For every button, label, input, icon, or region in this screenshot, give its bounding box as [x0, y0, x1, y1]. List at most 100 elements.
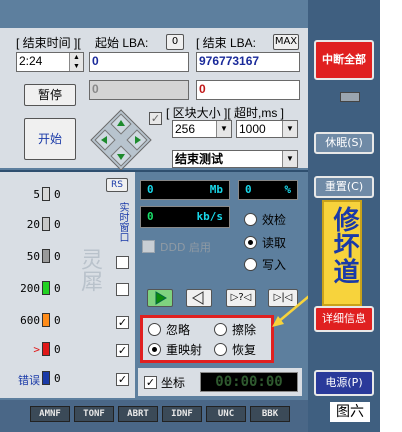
- stat-count: 0: [54, 250, 61, 263]
- erase-radio[interactable]: [214, 323, 227, 336]
- stop-all-button[interactable]: 中断全部: [314, 40, 374, 80]
- block-size-checkbox[interactable]: ✓: [149, 112, 162, 125]
- stat-label: 50: [26, 250, 40, 263]
- mb-value: 0: [147, 183, 154, 196]
- end-test-select[interactable]: 结束测试 ▼: [172, 150, 298, 168]
- figure-label: 图六: [330, 402, 370, 422]
- coords-label: 坐标: [161, 376, 186, 390]
- stat-color-block: [42, 281, 50, 295]
- verify-label: 效检: [262, 213, 287, 227]
- end-time-field[interactable]: 2:24 ▲ ▼: [16, 52, 84, 72]
- stat-count: 0: [54, 343, 61, 356]
- start-lba-label: 起始 LBA:: [95, 36, 149, 50]
- row-checkbox[interactable]: ✓: [116, 344, 129, 357]
- stat-color-block: [42, 217, 50, 231]
- timeout-select[interactable]: 1000 ▼: [236, 120, 298, 138]
- tab-abrt[interactable]: ABRT: [118, 406, 158, 422]
- direction-pad[interactable]: [89, 108, 153, 172]
- row-checkbox[interactable]: ✓: [116, 373, 129, 386]
- block-size-select[interactable]: 256 ▼: [172, 120, 232, 138]
- chevron-down-icon: ▼: [216, 121, 231, 137]
- stat-color-block: [42, 342, 50, 356]
- stat-label: 600: [20, 314, 40, 327]
- block-size-label: [ 区块大小 ][ 超时,ms ]: [166, 106, 285, 120]
- end-time-label: [ 结束时间 ][: [16, 36, 81, 50]
- mb-unit: Mb: [209, 183, 223, 196]
- remap-label: 重映射: [166, 343, 203, 357]
- timer-display: 00:00:00: [200, 372, 298, 392]
- play-icon: [155, 291, 167, 305]
- percent-display: 0 %: [238, 180, 298, 200]
- stat-label: 20: [26, 218, 40, 231]
- speed-unit: kb/s: [196, 210, 224, 223]
- row-checkbox[interactable]: [116, 256, 129, 269]
- details-button[interactable]: 详细信息: [314, 306, 374, 332]
- speed-value: 0: [147, 210, 154, 223]
- back-button[interactable]: [186, 289, 212, 307]
- read-label: 读取: [262, 236, 287, 250]
- realtime-window-label: 实时窗口: [117, 202, 128, 242]
- end-time-spinner[interactable]: ▲ ▼: [69, 53, 83, 71]
- repair-annotation: 修坏道: [322, 200, 362, 306]
- start-lba-disabled-field: 0: [89, 80, 189, 100]
- ignore-radio[interactable]: [148, 323, 161, 336]
- verify-radio[interactable]: [244, 213, 257, 226]
- ddd-label: DDD 启用: [160, 241, 211, 254]
- end-lba-max-button[interactable]: MAX: [273, 34, 299, 50]
- seek-button[interactable]: ▷?◁: [226, 289, 256, 307]
- end-lba-field[interactable]: 976773167: [196, 52, 300, 72]
- direction-pad-svg: [90, 109, 152, 171]
- stat-label: 200: [20, 282, 40, 295]
- write-radio[interactable]: [244, 258, 257, 271]
- mb-display: 0 Mb: [140, 180, 230, 200]
- speed-display: 0 kb/s: [140, 206, 230, 228]
- stat-count: 0: [54, 372, 61, 385]
- start-button[interactable]: 开始: [24, 118, 76, 160]
- stat-label: 5: [33, 188, 40, 201]
- sleep-button[interactable]: 休眠(S): [314, 132, 374, 154]
- chevron-down-icon: ▼: [282, 151, 297, 167]
- tab-bbk[interactable]: BBK: [250, 406, 290, 422]
- stat-label: >: [33, 343, 40, 356]
- end-lba-label: [ 结束 LBA:: [196, 36, 257, 50]
- row-checkbox[interactable]: [116, 283, 129, 296]
- stat-label: 错误: [18, 374, 40, 387]
- pause-button[interactable]: 暂停: [24, 84, 76, 106]
- status-indicator: [340, 92, 360, 102]
- back-icon: [192, 291, 204, 305]
- percent-unit: %: [284, 183, 291, 196]
- repair-annotation-text: 修坏道: [329, 206, 359, 284]
- stat-count: 0: [54, 218, 61, 231]
- coords-checkbox[interactable]: ✓: [144, 376, 157, 389]
- ignore-label: 忽略: [166, 323, 191, 337]
- restore-label: 恢复: [232, 343, 257, 357]
- stat-color-block: [42, 249, 50, 263]
- tab-amnf[interactable]: AMNF: [30, 406, 70, 422]
- remap-radio[interactable]: [148, 343, 161, 356]
- start-lba-index-button[interactable]: 0: [166, 34, 184, 50]
- play-button[interactable]: [147, 289, 173, 307]
- read-radio[interactable]: [244, 236, 257, 249]
- power-button[interactable]: 电源(P): [314, 370, 374, 396]
- percent-value: 0: [245, 183, 252, 196]
- reset-button[interactable]: 重置(C): [314, 176, 374, 198]
- rs-button[interactable]: RS: [106, 178, 128, 192]
- stat-color-block: [42, 313, 50, 327]
- start-lba-field[interactable]: 0: [89, 52, 189, 72]
- chevron-down-icon: ▼: [282, 121, 297, 137]
- watermark: 灵犀: [77, 248, 102, 292]
- erase-label: 擦除: [232, 323, 257, 337]
- write-label: 写入: [262, 258, 287, 272]
- ddd-checkbox: [142, 240, 155, 253]
- tab-idnf[interactable]: IDNF: [162, 406, 202, 422]
- stat-count: 0: [54, 282, 61, 295]
- stat-count: 0: [54, 314, 61, 327]
- row-checkbox[interactable]: ✓: [116, 316, 129, 329]
- tab-tonf[interactable]: TONF: [74, 406, 114, 422]
- restore-radio[interactable]: [214, 343, 227, 356]
- tab-unc[interactable]: UNC: [206, 406, 246, 422]
- stat-color-block: [42, 371, 50, 385]
- end-lba-second-field[interactable]: 0: [196, 80, 300, 100]
- stat-count: 0: [54, 188, 61, 201]
- stat-color-block: [42, 187, 50, 201]
